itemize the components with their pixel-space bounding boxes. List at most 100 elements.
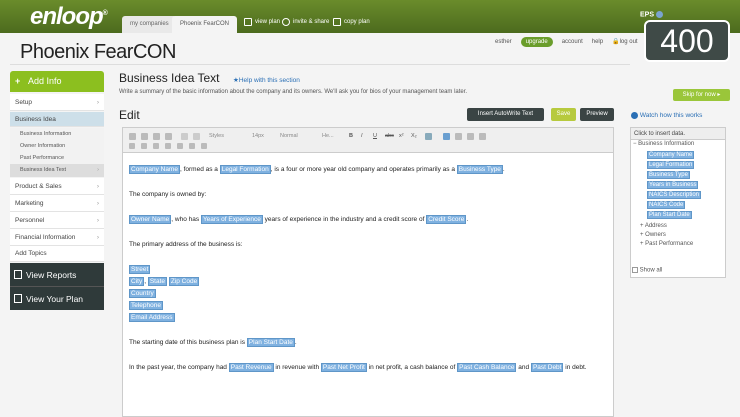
enloop-logo[interactable]: enloop® bbox=[30, 3, 108, 31]
underline-button[interactable]: U bbox=[373, 133, 377, 139]
share-icon bbox=[282, 18, 290, 26]
chevron-right-icon: › bbox=[96, 234, 99, 241]
field-business-type[interactable]: Business Type bbox=[456, 165, 503, 174]
field-past-debt[interactable]: Past Debt bbox=[530, 363, 564, 372]
paragraph-address: The primary address of the business is: bbox=[129, 241, 243, 248]
field-zip[interactable]: Zip Code bbox=[168, 277, 200, 286]
field-plan-start-date[interactable]: Plan Start Date bbox=[246, 338, 295, 347]
justify-icon[interactable] bbox=[479, 133, 486, 140]
tree-field-legal-formation[interactable]: Legal Formation bbox=[647, 161, 695, 169]
paste-icon[interactable] bbox=[153, 133, 160, 140]
eraser-icon[interactable] bbox=[425, 133, 432, 140]
skip-button[interactable]: Skip for now ▸ bbox=[673, 89, 730, 101]
upgrade-button[interactable]: upgrade bbox=[520, 36, 553, 47]
sidebar-item-product-sales[interactable]: Product & Sales › bbox=[10, 178, 104, 195]
field-legal-formation[interactable]: Legal Formation bbox=[219, 165, 271, 174]
sidebar-item-financial-information[interactable]: Financial Information › bbox=[10, 229, 104, 246]
view-plan-button[interactable]: View Your Plan bbox=[10, 286, 104, 310]
sidebar-item-add-topics[interactable]: Add Topics bbox=[10, 246, 104, 262]
watch-video-link[interactable]: Watch how this works bbox=[631, 112, 702, 119]
help-icon[interactable] bbox=[656, 11, 664, 18]
tree-business-information[interactable]: − Business Information bbox=[633, 141, 694, 147]
field-past-revenue[interactable]: Past Revenue bbox=[228, 363, 274, 372]
field-credit-score[interactable]: Credit Score bbox=[426, 215, 467, 224]
tree-field-naics-description[interactable]: NAICS Description bbox=[647, 191, 702, 199]
field-past-net-profit[interactable]: Past Net Profit bbox=[320, 363, 367, 372]
user-bar: esther upgrade account help 🔒log out bbox=[495, 35, 638, 48]
font-size-select[interactable]: 14px bbox=[252, 133, 264, 139]
font-select[interactable]: He... bbox=[322, 133, 334, 139]
align-center-icon[interactable] bbox=[455, 133, 462, 140]
sidebar-sub-owner-information[interactable]: Owner Information bbox=[10, 140, 104, 152]
sidebar-item-marketing[interactable]: Marketing › bbox=[10, 195, 104, 212]
field-telephone[interactable]: Telephone bbox=[129, 301, 163, 310]
indent-icon[interactable] bbox=[165, 143, 171, 149]
bold-button[interactable]: B bbox=[349, 133, 353, 139]
align-left-icon[interactable] bbox=[443, 133, 450, 140]
field-street[interactable]: Street bbox=[129, 265, 151, 274]
sidebar-sub-past-performance[interactable]: Past Performance bbox=[10, 152, 104, 164]
undo-icon[interactable] bbox=[181, 133, 188, 140]
view-plan-link[interactable]: view plan bbox=[244, 18, 280, 26]
checkbox-icon[interactable] bbox=[632, 267, 638, 273]
account-link[interactable]: account bbox=[562, 39, 583, 45]
outdent-icon[interactable] bbox=[153, 143, 159, 149]
tree-owners[interactable]: + Owners bbox=[640, 232, 666, 238]
field-owner-name[interactable]: Owner Name bbox=[129, 215, 172, 224]
paste-text-icon[interactable] bbox=[165, 133, 172, 140]
superscript-button[interactable]: x² bbox=[399, 133, 404, 139]
table-icon[interactable] bbox=[189, 143, 195, 149]
paragraph-owned-by: The company is owned by: bbox=[129, 191, 207, 198]
sidebar-item-setup[interactable]: Setup › bbox=[10, 94, 104, 111]
address-telephone: Telephone bbox=[129, 301, 163, 310]
sidebar-item-business-idea[interactable]: Business Idea bbox=[10, 112, 104, 127]
tree-field-company-name[interactable]: Company Name bbox=[647, 151, 695, 159]
number-list-icon[interactable] bbox=[141, 143, 147, 149]
subscript-button[interactable]: X₂ bbox=[411, 133, 417, 139]
tree-address[interactable]: + Address bbox=[640, 223, 667, 229]
tree-field-naics-code[interactable]: NAICS Code bbox=[647, 201, 686, 209]
field-city[interactable]: City bbox=[129, 277, 145, 286]
preview-button[interactable]: Preview bbox=[580, 108, 614, 121]
invite-share-link[interactable]: invite & share bbox=[282, 18, 329, 26]
field-company-name[interactable]: Company Name bbox=[129, 165, 180, 174]
strike-button[interactable]: abc bbox=[385, 133, 394, 139]
link-icon[interactable] bbox=[177, 143, 183, 149]
tree-field-years-in-business[interactable]: Years in Business bbox=[647, 181, 699, 189]
paragraph-past-year: In the past year, the company had Past R… bbox=[129, 363, 587, 372]
show-all-checkbox[interactable]: Show all bbox=[632, 267, 662, 274]
cut-icon[interactable] bbox=[129, 133, 136, 140]
field-past-cash-balance[interactable]: Past Cash Balance bbox=[457, 363, 517, 372]
sidebar-item-personnel[interactable]: Personnel › bbox=[10, 212, 104, 229]
eps-label: EPS bbox=[640, 11, 664, 18]
format-select[interactable]: Normal bbox=[280, 133, 298, 139]
align-right-icon[interactable] bbox=[467, 133, 474, 140]
redo-icon[interactable] bbox=[193, 133, 200, 140]
sidebar-sub-business-information[interactable]: Business Information bbox=[10, 128, 104, 140]
tab-phoenix-fearcon[interactable]: Phoenix FearCON bbox=[172, 16, 238, 33]
save-button[interactable]: Save bbox=[551, 108, 576, 121]
view-reports-button[interactable]: View Reports bbox=[10, 263, 104, 287]
special-char-icon[interactable] bbox=[201, 143, 207, 149]
copy-icon[interactable] bbox=[141, 133, 148, 140]
field-years-experience[interactable]: Years of Experience bbox=[200, 215, 263, 224]
eps-score: 400 bbox=[644, 20, 730, 62]
bullet-list-icon[interactable] bbox=[129, 143, 135, 149]
tree-field-plan-start-date[interactable]: Plan Start Date bbox=[647, 211, 692, 219]
tab-my-companies[interactable]: my companies bbox=[122, 16, 177, 33]
rich-text-editor[interactable]: Styles 14px Normal He... B I U abc x² X₂… bbox=[122, 127, 614, 417]
field-email[interactable]: Email Address bbox=[129, 313, 175, 322]
help-section-link[interactable]: ★Help with this section bbox=[233, 76, 300, 84]
tree-field-business-type[interactable]: Business Type bbox=[647, 171, 690, 179]
logout-link[interactable]: 🔒log out bbox=[612, 38, 638, 45]
help-link[interactable]: help bbox=[592, 39, 603, 45]
tree-past-performance[interactable]: + Past Performance bbox=[640, 241, 693, 247]
field-country[interactable]: Country bbox=[129, 289, 156, 298]
insert-autowrite-button[interactable]: Insert AutoWrite Text bbox=[467, 108, 544, 121]
italic-button[interactable]: I bbox=[361, 133, 363, 139]
copy-plan-link[interactable]: copy plan bbox=[333, 18, 370, 26]
chevron-right-icon: › bbox=[96, 99, 99, 106]
styles-select[interactable]: Styles bbox=[209, 133, 224, 139]
field-state[interactable]: State bbox=[147, 277, 168, 286]
sidebar-sub-business-idea-text[interactable]: Business Idea Text › bbox=[10, 164, 104, 177]
